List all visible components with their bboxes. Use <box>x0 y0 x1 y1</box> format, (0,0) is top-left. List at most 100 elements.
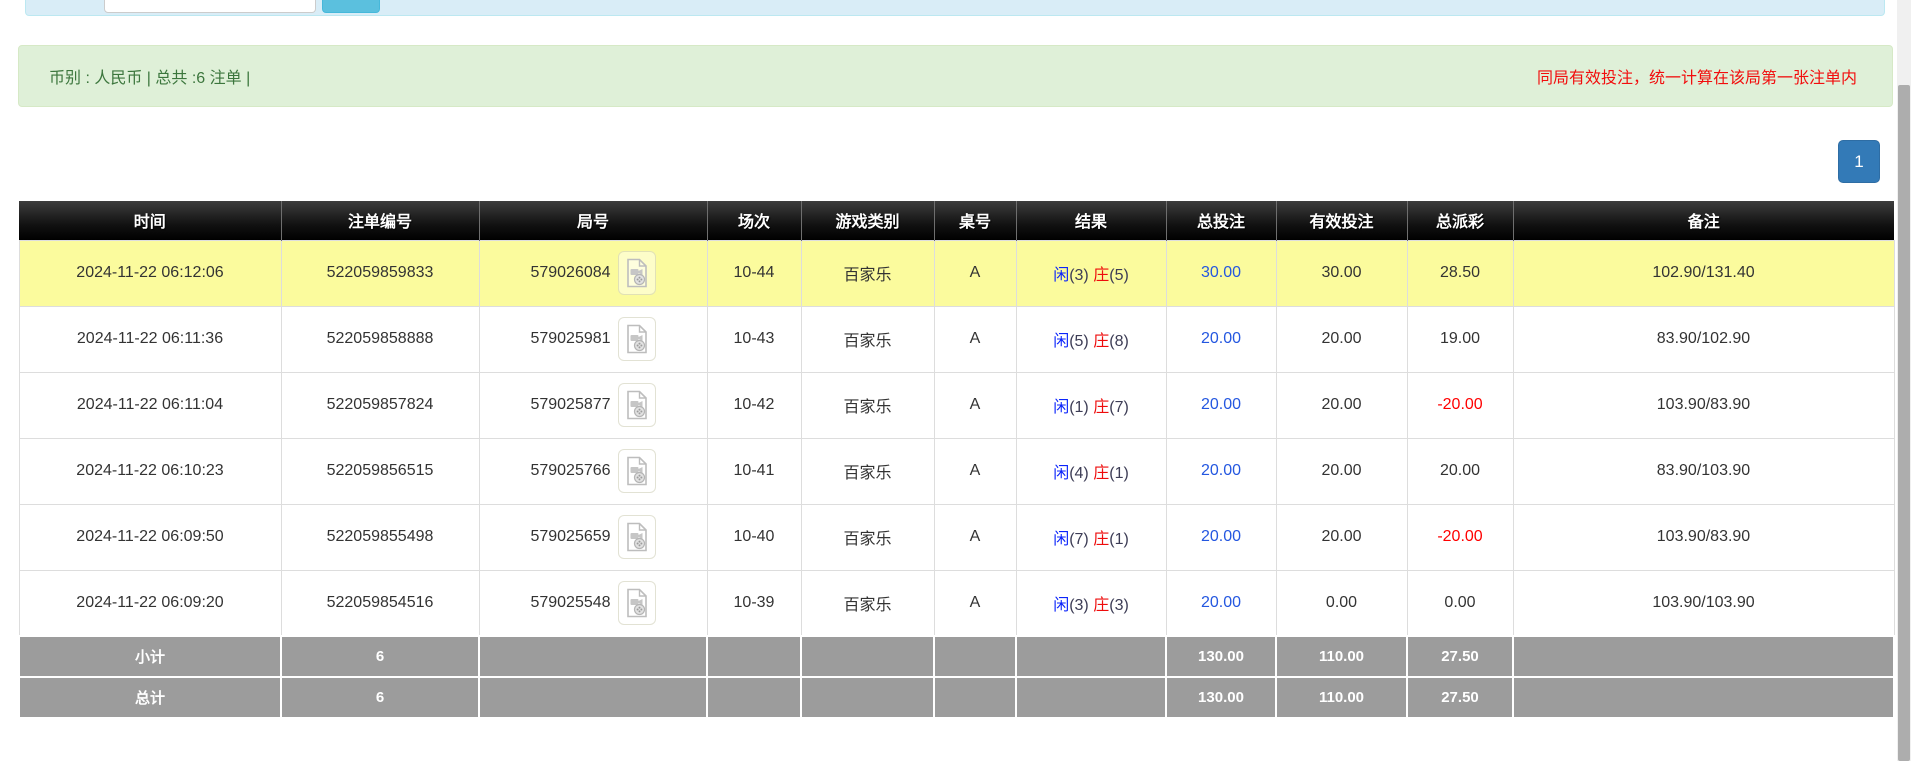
video-replay-button[interactable] <box>618 251 656 295</box>
round-id-text: 579025659 <box>530 528 610 546</box>
cell-game-type: 百家乐 <box>801 240 934 306</box>
round-id-wrap: 579025548 <box>530 581 655 625</box>
result-banker-label: 庄 <box>1093 531 1109 548</box>
total-bet-link[interactable]: 30.00 <box>1201 264 1241 281</box>
bet-records-table-container: 时间注单编号局号场次游戏类别桌号结果总投注有效投注总派彩备注 2024-11-2… <box>18 201 1893 719</box>
cell-round-id: 579025659 <box>479 504 707 570</box>
cell-game-type: 百家乐 <box>801 438 934 504</box>
subtotal-row: 小计6130.00110.0027.50 <box>19 636 1894 677</box>
table-row: 2024-11-22 06:09:50522059855498579025659… <box>19 504 1894 570</box>
cell-time: 2024-11-22 06:12:06 <box>19 240 281 306</box>
column-header-8: 有效投注 <box>1276 201 1407 240</box>
search-button[interactable] <box>322 0 380 13</box>
column-header-10: 备注 <box>1513 201 1894 240</box>
video-replay-button[interactable] <box>618 581 656 625</box>
round-id-wrap: 579025981 <box>530 317 655 361</box>
video-replay-button[interactable] <box>618 383 656 427</box>
round-id-wrap: 579025766 <box>530 449 655 493</box>
result-player-num: (4) <box>1069 465 1089 482</box>
result-banker-label: 庄 <box>1093 333 1109 350</box>
total-label: 总计 <box>19 677 281 718</box>
cell-remark: 83.90/102.90 <box>1513 306 1894 372</box>
cell-payout: -20.00 <box>1407 504 1513 570</box>
total-bet-link[interactable]: 20.00 <box>1201 528 1241 545</box>
total-row: 总计6130.00110.0027.50 <box>19 677 1894 718</box>
total-bet-link[interactable]: 20.00 <box>1201 594 1241 611</box>
cell-game-type: 百家乐 <box>801 372 934 438</box>
cell-valid-bet: 30.00 <box>1276 240 1407 306</box>
cell-time: 2024-11-22 06:11:04 <box>19 372 281 438</box>
subtotal-empty <box>479 636 707 677</box>
result-player-label: 闲 <box>1053 399 1069 416</box>
column-header-4: 游戏类别 <box>801 201 934 240</box>
result-banker-label: 庄 <box>1093 267 1109 284</box>
table-row: 2024-11-22 06:11:04522059857824579025877… <box>19 372 1894 438</box>
filter-input-addon[interactable] <box>283 0 316 13</box>
result-banker-label: 庄 <box>1093 465 1109 482</box>
result-player-num: (3) <box>1069 597 1089 614</box>
cell-round-id: 579025981 <box>479 306 707 372</box>
cell-valid-bet: 20.00 <box>1276 372 1407 438</box>
filter-input[interactable] <box>104 0 284 13</box>
cell-session: 10-40 <box>707 504 801 570</box>
cell-payout: 20.00 <box>1407 438 1513 504</box>
total-empty <box>1513 677 1894 718</box>
column-header-2: 局号 <box>479 201 707 240</box>
video-file-icon <box>625 258 649 288</box>
cell-table-no: A <box>934 570 1016 636</box>
result-player-label: 闲 <box>1053 465 1069 482</box>
cell-table-no: A <box>934 306 1016 372</box>
cell-table-no: A <box>934 372 1016 438</box>
cell-payout: 0.00 <box>1407 570 1513 636</box>
round-id-text: 579026084 <box>530 264 610 282</box>
column-header-5: 桌号 <box>934 201 1016 240</box>
table-row: 2024-11-22 06:09:20522059854516579025548… <box>19 570 1894 636</box>
column-header-0: 时间 <box>19 201 281 240</box>
round-id-text: 579025766 <box>530 462 610 480</box>
cell-remark: 103.90/83.90 <box>1513 372 1894 438</box>
table-header-row: 时间注单编号局号场次游戏类别桌号结果总投注有效投注总派彩备注 <box>19 201 1894 240</box>
total-bet-link[interactable]: 20.00 <box>1201 330 1241 347</box>
table-row: 2024-11-22 06:10:23522059856515579025766… <box>19 438 1894 504</box>
cell-payout: 19.00 <box>1407 306 1513 372</box>
video-file-icon <box>625 324 649 354</box>
video-replay-button[interactable] <box>618 449 656 493</box>
cell-session: 10-43 <box>707 306 801 372</box>
cell-result: 闲(7) 庄(1) <box>1016 504 1166 570</box>
vertical-scrollbar[interactable] <box>1897 0 1911 761</box>
result-banker-label: 庄 <box>1093 399 1109 416</box>
cell-total-bet: 20.00 <box>1166 438 1276 504</box>
cell-game-type: 百家乐 <box>801 504 934 570</box>
cell-valid-bet: 0.00 <box>1276 570 1407 636</box>
bet-records-table: 时间注单编号局号场次游戏类别桌号结果总投注有效投注总派彩备注 2024-11-2… <box>18 201 1895 719</box>
cell-game-type: 百家乐 <box>801 306 934 372</box>
cell-time: 2024-11-22 06:11:36 <box>19 306 281 372</box>
page-1-button[interactable]: 1 <box>1838 140 1880 183</box>
video-file-icon <box>625 522 649 552</box>
cell-bet-id: 522059859833 <box>281 240 479 306</box>
scrollbar-thumb[interactable] <box>1898 85 1910 761</box>
subtotal-empty <box>1513 636 1894 677</box>
result-banker-num: (8) <box>1109 333 1129 350</box>
cell-result: 闲(3) 庄(3) <box>1016 570 1166 636</box>
cell-round-id: 579025877 <box>479 372 707 438</box>
round-id-wrap: 579025659 <box>530 515 655 559</box>
table-row: 2024-11-22 06:11:36522059858888579025981… <box>19 306 1894 372</box>
filter-panel <box>25 0 1885 16</box>
cell-time: 2024-11-22 06:10:23 <box>19 438 281 504</box>
cell-total-bet: 20.00 <box>1166 372 1276 438</box>
currency-summary-text: 币别 : 人民币 | 总共 :6 注单 | <box>49 64 250 88</box>
video-replay-button[interactable] <box>618 317 656 361</box>
result-banker-num: (3) <box>1109 597 1129 614</box>
cell-payout: 28.50 <box>1407 240 1513 306</box>
result-player-num: (7) <box>1069 531 1089 548</box>
cell-round-id: 579025766 <box>479 438 707 504</box>
total-bet-link[interactable]: 20.00 <box>1201 462 1241 479</box>
total-bet-link[interactable]: 20.00 <box>1201 396 1241 413</box>
valid-bet-notice: 同局有效投注，统一计算在该局第一张注单内 <box>1537 64 1857 88</box>
result-banker-num: (7) <box>1109 399 1129 416</box>
cell-bet-id: 522059857824 <box>281 372 479 438</box>
column-header-6: 结果 <box>1016 201 1166 240</box>
video-replay-button[interactable] <box>618 515 656 559</box>
result-player-label: 闲 <box>1053 531 1069 548</box>
